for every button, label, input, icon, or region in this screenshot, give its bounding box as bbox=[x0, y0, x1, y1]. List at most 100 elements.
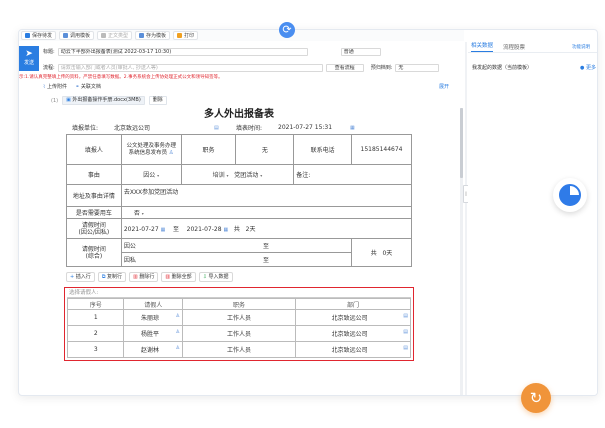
row-name-cell[interactable]: 杨胜平 ♙ bbox=[123, 325, 184, 342]
expand-link[interactable]: 展开 bbox=[439, 83, 449, 90]
matter-sub2-value: 党团活动 bbox=[234, 172, 259, 179]
save-draft-button[interactable]: 保存待发 bbox=[21, 31, 57, 40]
word-file-icon: ▣ bbox=[66, 97, 71, 103]
row-dept-cell[interactable]: 北京致远公司 ▤ bbox=[294, 341, 412, 358]
save-as-template-label: 存为模板 bbox=[146, 32, 167, 39]
row-dept-cell[interactable]: 北京致远公司 ▤ bbox=[294, 309, 412, 326]
more-link[interactable]: ● 更多 bbox=[580, 64, 596, 71]
flow-row: 流程: 请双击输入部门或者人员(审批人, 抄送人等) 查看流程 预归档到: 无 bbox=[43, 63, 463, 72]
panel-splitter[interactable] bbox=[465, 42, 467, 395]
total-label: 共 bbox=[370, 250, 377, 257]
position-label: 职务 bbox=[180, 134, 237, 165]
row-position[interactable]: 工作人员 bbox=[182, 341, 296, 358]
total-value: 0天 bbox=[382, 250, 393, 257]
private-to[interactable]: 至 bbox=[181, 252, 353, 267]
upload-attachment-link[interactable]: ⌇ 上传附件 bbox=[43, 83, 67, 90]
tab-flow[interactable]: 流程股票 bbox=[503, 43, 525, 51]
deadline-label: 预归档到: bbox=[370, 65, 393, 71]
loop-icon[interactable]: ↻ bbox=[521, 383, 551, 413]
body-type-label: 正文类型 bbox=[108, 32, 129, 39]
save-template-icon bbox=[139, 33, 145, 38]
car-select[interactable]: 否 ▾ bbox=[120, 206, 413, 219]
address-value[interactable]: 去XXX参加党团活动 bbox=[120, 184, 413, 207]
delete-all-button[interactable]: ▥ 删除全部 bbox=[161, 272, 196, 282]
row-name-cell[interactable]: 朱丽琼 ♙ bbox=[123, 309, 184, 326]
row-dept-cell[interactable]: 北京致远公司 ▤ bbox=[294, 325, 412, 342]
print-button[interactable]: 打印 bbox=[173, 31, 199, 40]
matter-type-select[interactable]: 因公 ▾ bbox=[120, 164, 182, 185]
save-as-template-button[interactable]: 存为模板 bbox=[135, 31, 171, 40]
person-icon[interactable]: ♙ bbox=[176, 313, 180, 319]
delete-attachment-button[interactable]: 删除 bbox=[148, 96, 167, 105]
tab-related-data[interactable]: 相关数据 bbox=[471, 42, 494, 52]
insert-row-button[interactable]: + 插入行 bbox=[66, 272, 95, 282]
send-label: 发送 bbox=[23, 60, 34, 66]
building-icon[interactable]: ▤ bbox=[214, 125, 236, 131]
matter-sub2-select[interactable]: 党团活动 ▾ bbox=[234, 172, 262, 179]
row-name-cell[interactable]: 赵谢林 ♙ bbox=[123, 341, 184, 358]
priority-select[interactable]: 普通 bbox=[340, 47, 381, 56]
plus-icon: + bbox=[70, 274, 75, 280]
body-type-button[interactable]: 正文类型 bbox=[97, 31, 133, 40]
col-header-name: 请假人 bbox=[123, 298, 184, 310]
insert-row-label: 插入行 bbox=[75, 274, 91, 280]
row-position[interactable]: 工作人员 bbox=[182, 325, 296, 342]
attachment-file-name: 外出报备操作手册.docx(3MB) bbox=[72, 97, 141, 103]
refresh-icon[interactable]: ⟳ bbox=[279, 22, 295, 38]
view-flow-button[interactable]: 查看流程 bbox=[325, 63, 364, 72]
phone-value[interactable]: 15185144674 bbox=[351, 134, 412, 165]
calendar-icon[interactable]: ▦ bbox=[223, 227, 228, 233]
save-icon bbox=[25, 33, 30, 38]
delete-row-label: 删除行 bbox=[139, 274, 155, 280]
copy-row-button[interactable]: ⧉ 复制行 bbox=[97, 272, 126, 282]
print-label: 打印 bbox=[184, 32, 195, 39]
form-scrollbar-thumb[interactable] bbox=[460, 108, 463, 178]
title-label: 标题: bbox=[43, 49, 55, 55]
deadline-select[interactable]: 无 bbox=[395, 63, 440, 72]
warning-text: 示:1.请认真完整填上传的资料，严禁任意填写数据。2.事务系统会上传协处理正式公… bbox=[19, 75, 223, 80]
import-data-button[interactable]: ⇩ 导入数据 bbox=[198, 272, 233, 282]
copy-row-label: 复制行 bbox=[106, 274, 122, 280]
row-dept: 北京致远公司 bbox=[331, 315, 368, 322]
right-panel: 相关数据 流程股票 功能说明 我发起的数据（当前模板） ● 更多 bbox=[468, 42, 597, 395]
building-icon[interactable]: ▤ bbox=[403, 313, 408, 319]
pie-chart-glyph bbox=[559, 184, 581, 206]
position-value[interactable]: 无 bbox=[235, 134, 295, 165]
matter-sub-value: 培训 bbox=[212, 172, 225, 179]
save-draft-label: 保存待发 bbox=[32, 32, 53, 39]
matter-label: 事由 bbox=[66, 164, 122, 185]
table-row: 2 杨胜平 ♙ 工作人员 北京致远公司 ▤ bbox=[66, 325, 412, 342]
flow-input[interactable]: 请双击输入部门或者人员(审批人, 抄送人等) bbox=[57, 63, 323, 72]
attachment-item: (1) ▣ 外出报备操作手册.docx(3MB) 删除 bbox=[39, 96, 167, 105]
filler-value[interactable]: 公文处理及事务办理系统信息发布员 ♙ bbox=[120, 134, 182, 165]
building-icon[interactable]: ▤ bbox=[403, 345, 408, 351]
related-doc-link[interactable]: ⚭ 关联文档 bbox=[75, 83, 101, 90]
pie-chart-icon[interactable] bbox=[553, 178, 587, 212]
chevron-down-icon: ▾ bbox=[260, 173, 263, 178]
matter-sub-cell: 培训 ▾ 党团活动 ▾ bbox=[180, 164, 294, 185]
use-template-button[interactable]: 调用模板 bbox=[59, 31, 95, 40]
person-icon[interactable]: ♙ bbox=[176, 329, 180, 335]
public-to[interactable]: 至 bbox=[181, 238, 353, 253]
leave-range: 2021-07-27 ▦ 至 2021-07-28 ▦ 共 2天 bbox=[120, 218, 413, 239]
person-icon[interactable]: ♙ bbox=[176, 345, 180, 351]
leave-total: 2天 bbox=[245, 226, 256, 233]
help-link[interactable]: 功能说明 bbox=[572, 44, 590, 50]
car-label: 是否需要用车 bbox=[66, 206, 122, 219]
attachment-file[interactable]: ▣ 外出报备操作手册.docx(3MB) bbox=[62, 96, 145, 105]
import-data-label: 导入数据 bbox=[208, 274, 229, 280]
note-cell[interactable]: 备注: bbox=[293, 164, 412, 185]
row-position[interactable]: 工作人员 bbox=[182, 309, 296, 326]
matter-sub-select[interactable]: 培训 ▾ bbox=[213, 172, 229, 179]
calendar-icon[interactable]: ▦ bbox=[161, 227, 166, 233]
calendar-icon[interactable]: ▦ bbox=[350, 125, 355, 131]
table-row: 1 朱丽琼 ♙ 工作人员 北京致远公司 ▤ bbox=[66, 309, 412, 326]
leave-to[interactable]: 2021-07-28 bbox=[187, 226, 222, 233]
building-icon[interactable]: ▤ bbox=[403, 329, 408, 335]
leave2-label: 请假时间 (综合) bbox=[66, 238, 122, 267]
leave-from[interactable]: 2021-07-27 bbox=[124, 226, 159, 233]
delete-row-button[interactable]: ▥ 删除行 bbox=[129, 272, 159, 282]
title-input[interactable]: 动云下半部外出报备表(测试 2022-03-17 10:30) bbox=[57, 47, 308, 56]
send-button[interactable]: ➤ 发送 bbox=[19, 46, 39, 71]
copy-icon: ⧉ bbox=[101, 274, 106, 280]
